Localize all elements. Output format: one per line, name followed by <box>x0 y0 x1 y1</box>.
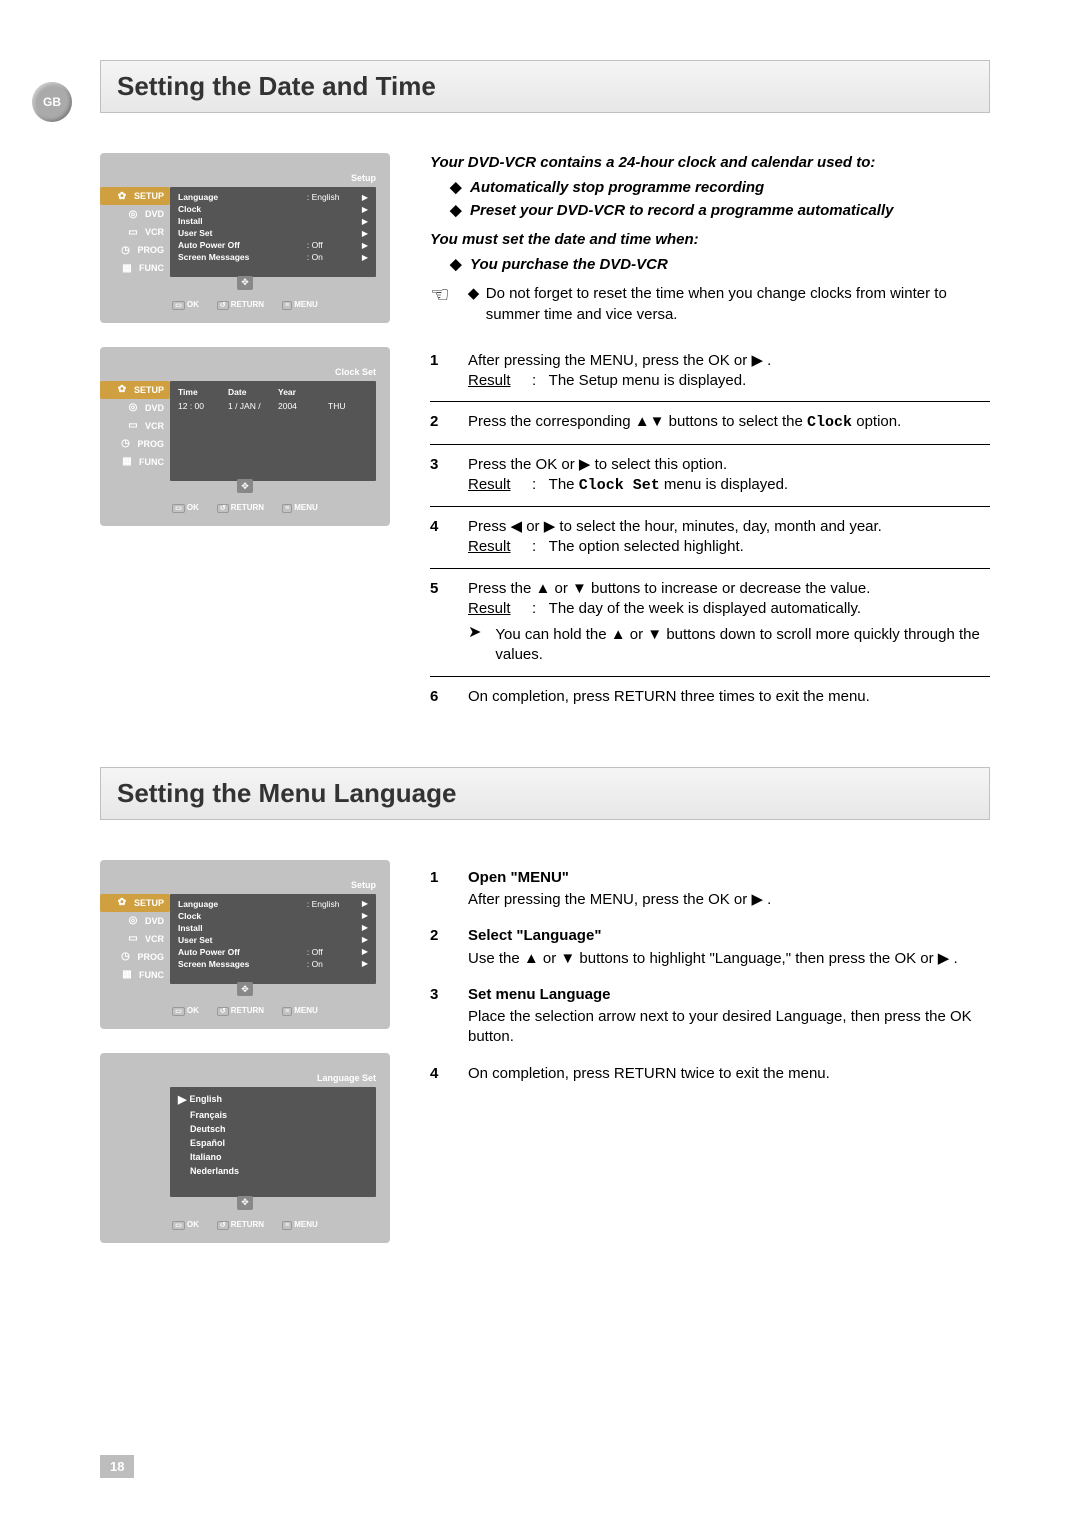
tape-icon: ▭ <box>125 225 141 239</box>
clock-icon: ◷ <box>117 243 133 257</box>
lang-english: ▶ English <box>178 1091 368 1108</box>
side-setup: ✿SETUP <box>100 381 170 399</box>
screen-footer: ▭OK ↺RETURN ≡MENU <box>100 292 390 309</box>
setup-titlebar: Setup <box>100 171 390 187</box>
intro-bullets-1: Automatically stop programme recording P… <box>430 177 990 222</box>
intro-line-2: You must set the date and time when: <box>430 230 990 250</box>
step-1: 1 After pressing the MENU, press the OK … <box>430 341 990 403</box>
row-screenmsg: Screen Messages: On▶ <box>178 251 368 263</box>
disc-icon: ◎ <box>125 207 141 221</box>
step2-2: 2 Select "Language" Use the ▲ or ▼ butto… <box>430 918 990 977</box>
chevron-right-icon: ▶ <box>362 241 368 250</box>
side-vcr: ▭VCR <box>100 417 170 435</box>
side-dvd: ◎DVD <box>100 205 170 223</box>
screen-setup-2: Setup ✿SETUP ◎DVD ▭VCR ◷PROG ▦FUNC Langu… <box>100 860 390 1030</box>
section-title-menu-language: Setting the Menu Language <box>100 767 990 820</box>
step2-1: 1 Open "MENU" After pressing the MENU, p… <box>430 860 990 919</box>
lang-deutsch: Deutsch <box>178 1122 368 1136</box>
side-setup: ✿SETUP <box>100 187 170 205</box>
step-5: 5 Press the ▲ or ▼ buttons to increase o… <box>430 569 990 677</box>
row-autopoweroff: Auto Power Off: Off▶ <box>178 239 368 251</box>
lang-espanol: Español <box>178 1136 368 1150</box>
hand-point-icon: ☞ <box>430 284 450 325</box>
clock-titlebar: Clock Set <box>100 365 390 381</box>
step-2: 2 Press the corresponding ▲▼ buttons to … <box>430 402 990 444</box>
side-prog: ◷PROG <box>100 435 170 453</box>
side-prog: ◷PROG <box>100 241 170 259</box>
arrow-icon: ➤ <box>468 625 481 666</box>
dpad-icon: ✥ <box>237 479 253 493</box>
side-func: ▦FUNC <box>100 453 170 471</box>
grid-icon: ▦ <box>119 261 135 275</box>
row-language: Language: English▶ <box>178 191 368 203</box>
row-userset: User Set▶ <box>178 227 368 239</box>
step2-4: 4 On completion, press RETURN twice to e… <box>430 1056 990 1092</box>
step-4: 4 Press ◀ or ▶ to select the hour, minut… <box>430 507 990 569</box>
steps2-list: 1 Open "MENU" After pressing the MENU, p… <box>430 860 990 1092</box>
gb-badge: GB <box>32 82 72 122</box>
steps-list: 1 After pressing the MENU, press the OK … <box>430 341 990 717</box>
step2-3: 3 Set menu Language Place the selection … <box>430 977 990 1056</box>
row-clock: Clock▶ <box>178 203 368 215</box>
intro-bullets-2: You purchase the DVD-VCR <box>430 254 990 276</box>
side-func: ▦FUNC <box>100 259 170 277</box>
lang-italiano: Italiano <box>178 1150 368 1164</box>
chevron-right-icon: ▶ <box>362 217 368 226</box>
row-install: Install▶ <box>178 215 368 227</box>
dpad-icon: ✥ <box>237 276 253 290</box>
screen-setup: Setup ✿SETUP ◎DVD ▭VCR ◷PROG ▦FUNC Langu… <box>100 153 390 323</box>
chevron-right-icon: ▶ <box>178 1094 190 1106</box>
side-vcr: ▭VCR <box>100 223 170 241</box>
chevron-right-icon: ▶ <box>362 193 368 202</box>
hand-note: ☞ Do not forget to reset the time when y… <box>430 284 990 325</box>
section-title-date-time: Setting the Date and Time <box>100 60 990 113</box>
page-number: 18 <box>100 1455 134 1478</box>
lang-nederlands: Nederlands <box>178 1164 368 1178</box>
side-dvd: ◎DVD <box>100 399 170 417</box>
intro-line-1: Your DVD-VCR contains a 24-hour clock an… <box>430 153 990 173</box>
screen-clock-set: Clock Set ✿SETUP ◎DVD ▭VCR ◷PROG ▦FUNC T… <box>100 347 390 527</box>
step-3: 3 Press the OK or ▶ to select this optio… <box>430 445 990 508</box>
screen-language-set: Language Set ▶ English Français Deutsch … <box>100 1053 390 1243</box>
step-6: 6 On completion, press RETURN three time… <box>430 677 990 717</box>
gear-icon: ✿ <box>114 189 130 203</box>
chevron-right-icon: ▶ <box>362 253 368 262</box>
chevron-right-icon: ▶ <box>362 205 368 214</box>
chevron-right-icon: ▶ <box>362 229 368 238</box>
lang-francais: Français <box>178 1108 368 1122</box>
